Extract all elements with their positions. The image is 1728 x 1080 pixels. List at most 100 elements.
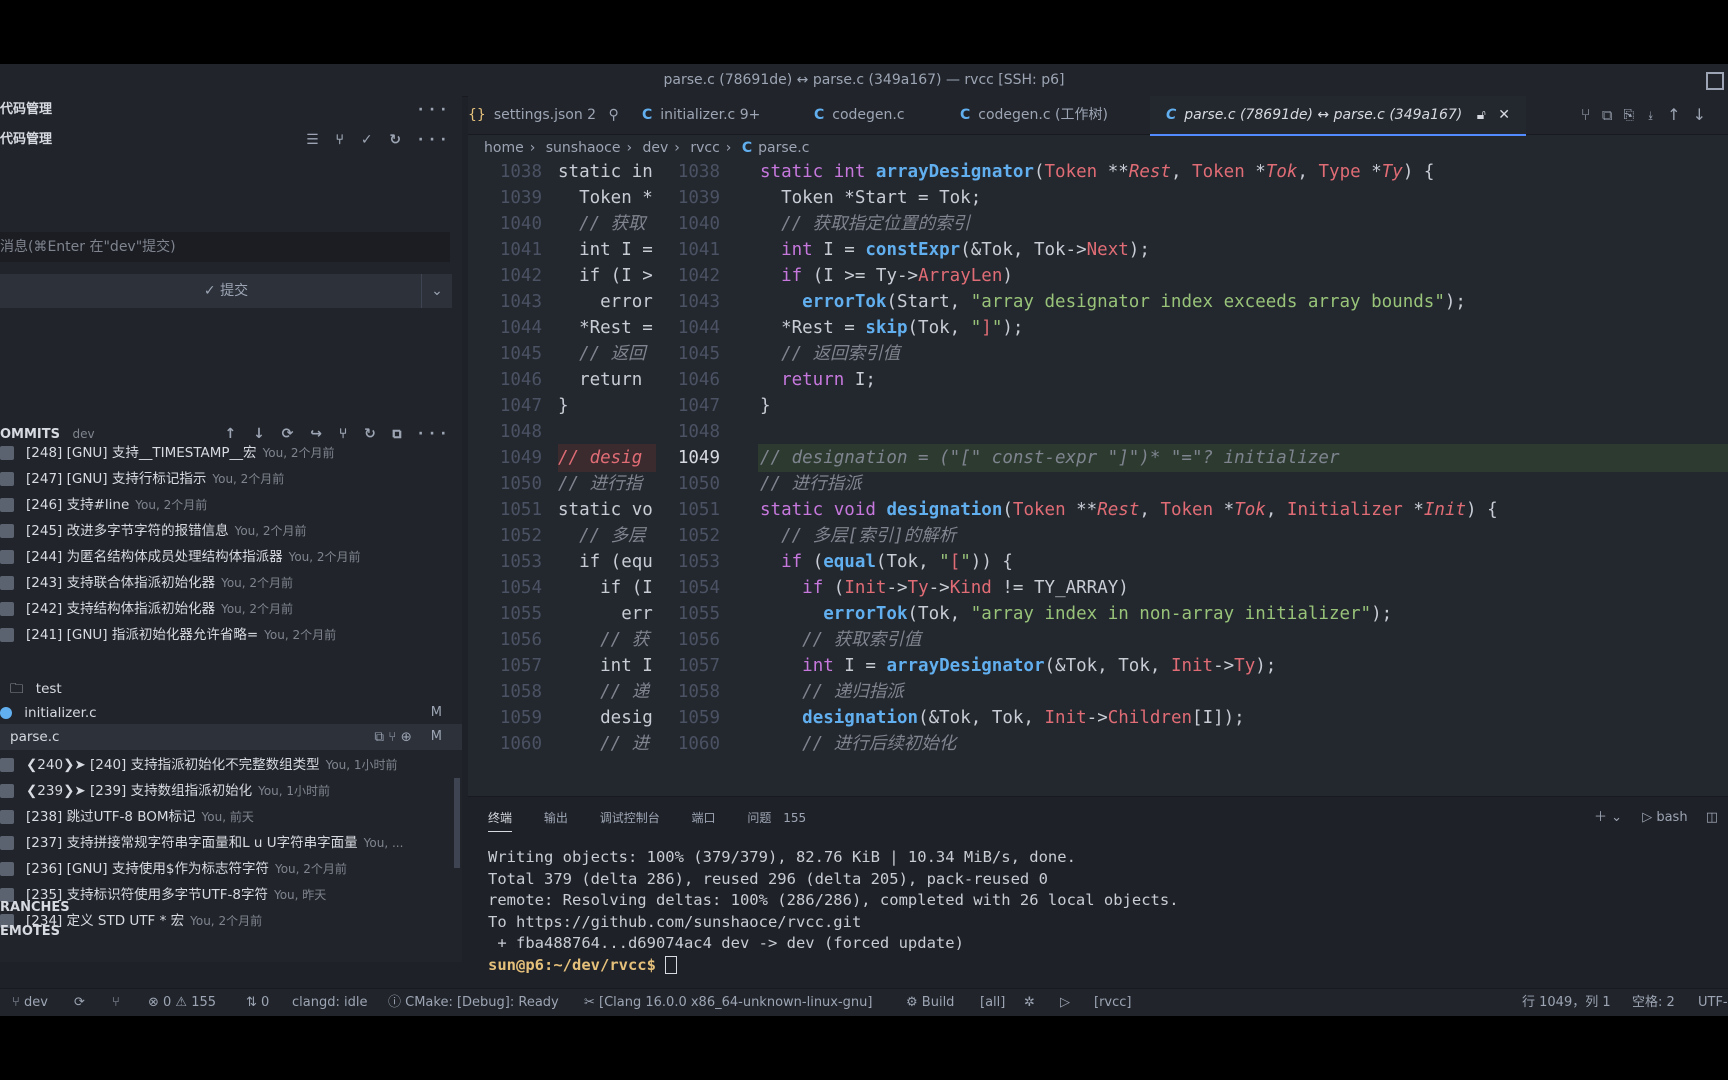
branches-title: RANCHES (0, 900, 70, 915)
breadcrumb-item[interactable]: home (484, 140, 524, 156)
lock-icon[interactable]: 🔓︎ (1477, 107, 1486, 123)
split-icon[interactable]: ◫ (1706, 810, 1718, 825)
terminal-output[interactable]: Writing objects: 100% (379/379), 82.76 K… (488, 847, 1708, 976)
modified-badge: M (430, 705, 442, 720)
debug-icon[interactable]: ✲ (1024, 989, 1035, 1016)
tab-label: codegen.c (832, 107, 905, 123)
terminal-prompt-line: sun@p6:~/dev/rvcc$ (488, 955, 1708, 977)
commit-item[interactable]: [241] [GNU] 指派初始化器允许省略= You, 2个月前 (0, 622, 462, 648)
tab-codegen-worktree[interactable]: Ccodegen.c (工作树) (960, 96, 1108, 134)
code-line: if (Init->Ty->Kind != TY_ARRAY) (802, 578, 1129, 598)
code-line: // 获取指定位置的索引 (760, 214, 971, 234)
cursor-position[interactable]: 行 1049，列 1 (1522, 989, 1611, 1016)
commit-item[interactable]: [238] 跳过UTF-8 BOM标记 You, 前天 (0, 804, 462, 830)
commit-item[interactable]: [247] [GNU] 支持行标记指示 You, 2个月前 (0, 466, 462, 492)
commit-item[interactable]: [242] 支持结构体指派初始化器 You, 2个月前 (0, 596, 462, 622)
kit-selector[interactable]: ✂ [Clang 16.0.0 x86_64-unknown-linux-gnu… (584, 989, 872, 1016)
commit-icon (0, 550, 14, 564)
layout-icon[interactable] (1706, 72, 1724, 90)
build-target[interactable]: [all] (980, 989, 1005, 1016)
sidebar-scrollbar[interactable] (454, 778, 460, 868)
commit-message: [241] [GNU] 指派初始化器允许省略= (26, 627, 259, 643)
c-file-icon: C (642, 107, 653, 123)
more-actions-icon[interactable]: ··· (418, 98, 452, 122)
tab-ports[interactable]: 端口 (692, 805, 716, 831)
tab-codegen[interactable]: Ccodegen.c (814, 96, 905, 134)
commit-meta: You, ... (363, 836, 404, 850)
indentation[interactable]: 空格: 2 (1632, 989, 1675, 1016)
commit-message-input[interactable]: 消息(⌘Enter 在"dev"提交) (0, 232, 450, 262)
panel-actions: ＋ ⌄ ▷ bash ◫ (1594, 805, 1718, 831)
code-line: int I = arrayDesignator(&Tok, Tok, Init-… (802, 656, 1277, 676)
pin-icon[interactable]: ⚲ (609, 107, 619, 123)
terminal-line: + fba488764...d69074ac4 dev -> dev (forc… (488, 934, 964, 952)
commit-icon (0, 498, 14, 512)
commit-item[interactable]: ❮239❯➤ [239] 支持数组指派初始化 You, 1小时前 (0, 778, 462, 804)
line-number-left: 1049 (499, 448, 542, 468)
commit-icon (0, 810, 14, 824)
breadcrumb-item[interactable]: dev (643, 140, 669, 156)
tab-parse-diff[interactable]: Cparse.c (78691de) ↔ parse.c (349a167) 🔓… (1150, 96, 1526, 136)
launch-target[interactable]: [rvcc] (1094, 989, 1131, 1016)
tab-settings-json[interactable]: {} settings.json 2 ⚲ (468, 96, 619, 134)
tab-terminal[interactable]: 终端 (488, 805, 513, 832)
commit-message: [247] [GNU] 支持行标记指示 (26, 471, 207, 487)
folder-test[interactable]: 🗀 test (0, 676, 462, 702)
commit-item[interactable]: ❮240❯➤ [240] 支持指派初始化不完整数组类型 You, 1小时前 (0, 752, 462, 778)
commit-icon (0, 524, 14, 538)
commit-icon (0, 602, 14, 616)
commit-item[interactable]: [237] 支持拼接常规字符串字面量和L u U字符串字面量 You, ... (0, 830, 462, 856)
commit-dropdown-icon[interactable]: ⌄ (421, 274, 452, 308)
tab-output[interactable]: 输出 (544, 805, 568, 831)
clangd-status[interactable]: clangd: idle (292, 989, 367, 1016)
tab-label: parse.c (78691de) ↔ parse.c (349a167) (1184, 107, 1463, 123)
commit-item[interactable]: [244] 为匿名结构体成员处理结构体指派器 You, 2个月前 (0, 544, 462, 570)
file-parse[interactable]: parse.c ⧉ ⑂ ⊕ M (0, 724, 462, 750)
code-line: static int arrayDesignator(Token **Rest,… (760, 162, 1435, 182)
sync-icon[interactable]: ⟳ (74, 989, 85, 1016)
code-area[interactable]: 1038 static in 1038 1039 Token * 1039 1040 //… (468, 160, 1728, 796)
commit-item[interactable]: [245] 改进多字节字符的报错信息 You, 2个月前 (0, 518, 462, 544)
publish-icon[interactable]: ⑂ (112, 989, 120, 1016)
terminal-line: remote: Resolving deltas: 100% (286/286)… (488, 891, 1179, 909)
tab-problems[interactable]: 问题 (747, 805, 771, 831)
ports-indicator[interactable]: ⇅ 0 (246, 989, 269, 1016)
branches-header[interactable]: RANCHES (0, 896, 462, 920)
remotes-header[interactable]: EMOTES (0, 920, 462, 944)
run-icon[interactable]: ▷ (1060, 989, 1070, 1016)
commit-button[interactable]: ✓ 提交 ⌄ (0, 274, 452, 308)
c-file-icon: C (1166, 107, 1177, 123)
commit-icon (0, 628, 14, 642)
commit-icon (0, 836, 14, 850)
commit-item[interactable]: [248] [GNU] 支持__TIMESTAMP__宏 You, 2个月前 (0, 440, 462, 466)
branch-indicator[interactable]: ⑂ dev (12, 989, 48, 1016)
remotes-title: EMOTES (0, 924, 60, 939)
tab-initializer[interactable]: Cinitializer.c 9+ (642, 96, 760, 134)
file-name: parse.c (10, 729, 60, 745)
terminal-line: To https://github.com/sunshaoce/rvcc.git (488, 912, 862, 931)
breadcrumb-item[interactable]: parse.c (758, 140, 809, 156)
shell-name[interactable]: bash (1656, 810, 1687, 825)
terminal-prompt: sun@p6:~/dev/rvcc$ (488, 955, 656, 974)
close-icon[interactable]: ✕ (1498, 107, 1510, 123)
breadcrumb-item[interactable]: rvcc (690, 140, 719, 156)
cmake-status[interactable]: ⓘ CMake: [Debug]: Ready (388, 989, 559, 1016)
kit-label: [Clang 16.0.0 x86_64-unknown-linux-gnu] (599, 995, 873, 1010)
commit-item[interactable]: [243] 支持联合体指派初始化器 You, 2个月前 (0, 570, 462, 596)
add-terminal-icon[interactable]: ＋ ⌄ (1594, 810, 1622, 825)
commit-item[interactable]: [236] [GNU] 支持使用$作为标志符字符 You, 2个月前 (0, 856, 462, 882)
tab-debug-console[interactable]: 调试控制台 (600, 805, 660, 831)
file-actions[interactable]: ⧉ ⑂ ⊕ (374, 724, 412, 750)
build-button[interactable]: ⚙ Build (906, 989, 954, 1016)
editor-actions[interactable]: ⑂⧉⎘⤓↑↓ (1581, 96, 1718, 134)
scm-actions[interactable]: ☰ ⑂ ✓ ↻ ··· (306, 128, 452, 152)
branch-name: dev (23, 995, 48, 1010)
encoding[interactable]: UTF- (1698, 989, 1728, 1016)
breadcrumb-item[interactable]: sunshaoce (546, 140, 621, 156)
code-text-left: // desig (558, 444, 656, 472)
commit-meta: You, 2个月前 (234, 524, 307, 538)
problems-indicator[interactable]: ⊗ 0 ⚠ 155 (148, 989, 216, 1016)
file-initializer[interactable]: initializer.c M (0, 700, 462, 726)
panel-tabs: 终端 输出 调试控制台 端口 问题 155 (488, 805, 806, 832)
commit-item[interactable]: [246] 支持#line You, 2个月前 (0, 492, 462, 518)
